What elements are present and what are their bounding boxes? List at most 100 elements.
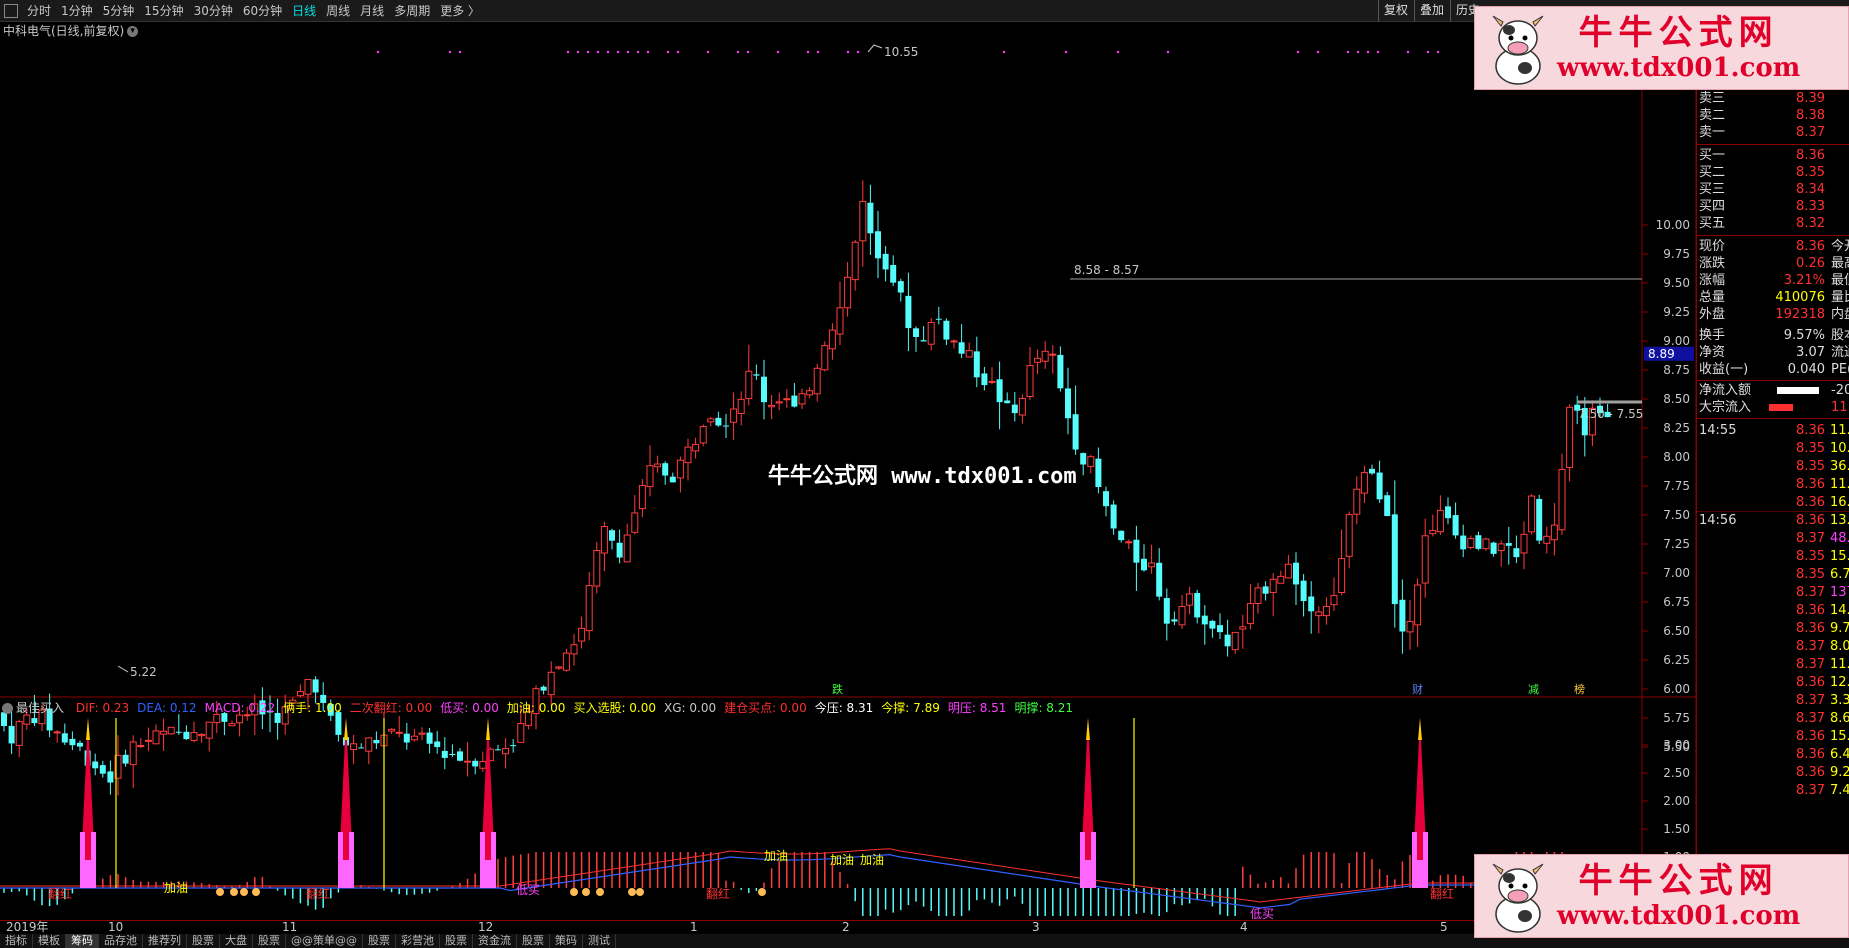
price-tick-label: 7.25 [1663,537,1690,551]
hand-icon [252,888,260,896]
support-label: 7.50 - 7.55 [1578,407,1643,421]
indicator-signal-label: 翻红 [1430,886,1454,901]
tick-row: 8.36 14.7 [1699,602,1849,619]
bottom-tab-5[interactable]: 股票 [187,934,220,948]
buy-bar-core [343,832,349,860]
candle-body [1246,603,1254,625]
candle-body [1133,539,1140,563]
candle-body [410,735,418,741]
bottom-tab-2[interactable]: 筹码 [66,934,99,948]
bottom-tab-8[interactable]: @@策单@@ [286,934,363,948]
signal-dot [1376,50,1380,54]
candle-body [449,753,456,756]
candle-body [844,276,852,309]
candle-body [1452,515,1459,536]
candle-body [1536,498,1543,541]
bottom-tab-4[interactable]: 推荐列 [143,934,187,948]
quote-row: 现价 8.36 今开 [1699,238,1849,255]
quote-row: 换手 9.57% 股本 [1699,327,1849,344]
buy-spike-tip [86,718,90,740]
quote-extra: 量比 [1831,290,1849,305]
candle-body [1171,619,1178,622]
bottom-tab-3[interactable]: 品存池 [99,934,143,948]
bottom-tab-15[interactable]: 测试 [583,934,616,948]
quote-extra: 最高 [1831,256,1849,271]
candle-body [53,731,61,734]
signal-dot [596,50,600,54]
bottom-tab-10[interactable]: 彩营池 [396,934,440,948]
tick-price: 8.37 [1796,531,1825,546]
tick-volume: 11.1 [1830,423,1849,438]
candle-body [61,733,68,743]
tick-volume: 15.9 [1830,549,1849,564]
quote-label: 卖一 [1699,125,1726,140]
gear-icon[interactable] [2,703,13,714]
candle-body [996,379,1003,403]
bottom-tab-14[interactable]: 策码 [550,934,583,948]
bottom-tab-11[interactable]: 股票 [440,934,473,948]
candle-body [1300,580,1307,602]
bottom-tab-6[interactable]: 大盘 [220,934,253,948]
signal-dot [646,50,650,54]
candle-body [1125,541,1133,544]
candle-body [662,463,669,476]
candle-body [69,738,76,746]
tick-volume: 9.7 [1830,621,1849,636]
bottom-tab-1[interactable]: 模板 [33,934,66,948]
candle-body [15,721,23,746]
indicator-name: 最佳买入 [16,701,65,715]
tick-row: 8.37 8.0 [1699,638,1849,655]
signal-dot [1346,50,1350,54]
tick-price: 8.36 [1796,675,1825,690]
candle-body [365,737,373,752]
quote-row: 外盘 192318 内盘 [1699,306,1849,323]
bottom-tab-7[interactable]: 股票 [253,934,286,948]
current-price-label: 8.89 [1648,347,1675,361]
candle-body [1338,558,1346,594]
candle-body [1034,357,1042,363]
candle-body [1178,606,1186,626]
bottom-tab-12[interactable]: 资金流 [473,934,517,948]
signal-dot [1116,50,1120,54]
time-axis-label: 1 [690,920,698,934]
candle-body [646,465,654,488]
quote-row: 净资 3.07 流通 [1699,344,1849,361]
candle-body [715,417,722,426]
candle-body [1239,626,1247,630]
flow-value: 11 [1831,400,1848,415]
tick-volume: 11.5 [1830,657,1849,672]
candle-body [654,463,662,468]
signal-dot [376,50,380,54]
candle-body [600,526,608,554]
candle-body [562,652,570,671]
quote-row: 涨幅 3.21% 最低 [1699,272,1849,289]
quote-value: 8.37 [1796,125,1825,140]
price-tick-label: 8.50 [1663,392,1690,406]
price-tick-label: 9.50 [1663,276,1690,290]
quote-label: 外盘 [1699,307,1726,322]
dea-line [0,854,1640,909]
candle-body [699,425,707,444]
candle-body [23,714,31,725]
quote-value: 8.34 [1796,182,1825,197]
candle-body [395,731,403,734]
hand-icon [596,888,604,896]
signal-dot [1426,50,1430,54]
candle-body [190,732,198,741]
bottom-tab-13[interactable]: 股票 [517,934,550,948]
candle-body [1269,578,1277,593]
signal-dot [746,50,750,54]
candle-body [1369,468,1375,474]
bottom-tab-0[interactable]: 指标 [0,934,33,948]
candle-body [1406,621,1414,633]
signal-dot [448,50,452,54]
candle-body [761,376,767,403]
bottom-tab-9[interactable]: 股票 [363,934,396,948]
tick-volume: 10.6 [1830,441,1849,456]
signal-dot [1406,50,1410,54]
candle-body [1467,537,1475,548]
indicator-value: 低买: 0.00 [440,701,499,715]
candle-body [707,418,715,423]
price-tick-label: 6.50 [1663,624,1690,638]
quote-row: 买五 8.32 [1699,215,1849,232]
